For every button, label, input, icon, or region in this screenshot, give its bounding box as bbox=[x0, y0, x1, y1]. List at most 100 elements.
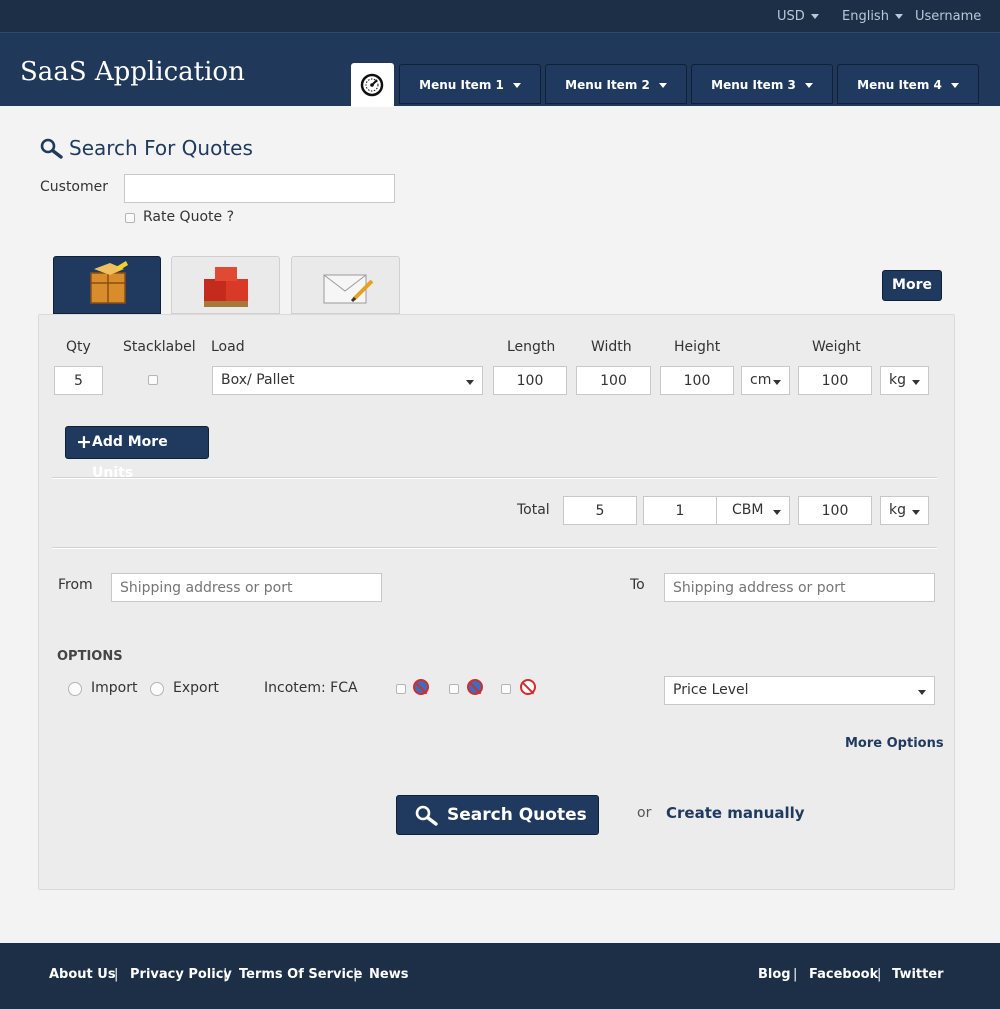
footer-link-privacy-policy[interactable]: Privacy Policy bbox=[130, 967, 232, 982]
pallet-icon bbox=[204, 267, 248, 307]
footer-link-facebook[interactable]: Facebook bbox=[809, 967, 878, 982]
options-heading: OPTIONS bbox=[57, 649, 123, 664]
menu-item-4[interactable]: Menu Item 4 bbox=[837, 64, 979, 104]
no-refrigeration-icon bbox=[520, 679, 536, 695]
currency-dropdown[interactable]: USD bbox=[777, 9, 819, 24]
add-more-units-label: Add More Units bbox=[92, 434, 168, 481]
chevron-down-icon bbox=[894, 14, 903, 19]
plus-icon: + bbox=[76, 431, 92, 453]
chevron-down-icon bbox=[658, 83, 667, 88]
chevron-down-icon bbox=[912, 510, 920, 515]
chevron-down-icon bbox=[512, 83, 521, 88]
crate-icon bbox=[90, 261, 128, 304]
chevron-down-icon bbox=[466, 380, 474, 385]
length-input[interactable] bbox=[493, 366, 567, 395]
load-header: Load bbox=[211, 339, 245, 355]
rate-quote-checkbox[interactable] bbox=[125, 213, 135, 223]
menu-item-3[interactable]: Menu Item 3 bbox=[691, 64, 833, 104]
to-address-input[interactable] bbox=[664, 573, 935, 602]
footer-link-twitter[interactable]: Twitter bbox=[892, 967, 944, 982]
total-qty-input[interactable] bbox=[563, 496, 637, 525]
more-button[interactable]: More bbox=[882, 270, 942, 301]
load-select[interactable]: Box/ Pallet bbox=[212, 366, 483, 395]
length-header: Length bbox=[507, 339, 556, 355]
no-hazard-icon bbox=[467, 679, 483, 695]
footer-separator: | bbox=[877, 967, 882, 982]
username-link[interactable]: Username bbox=[915, 9, 981, 24]
to-label: To bbox=[630, 577, 645, 593]
total-weight-unit-select[interactable]: kg bbox=[880, 496, 929, 525]
tab-pallet[interactable] bbox=[171, 256, 280, 314]
search-quotes-button[interactable]: Search Quotes bbox=[396, 795, 599, 835]
total-volume-input[interactable] bbox=[643, 496, 717, 525]
divider bbox=[52, 547, 937, 549]
more-options-link[interactable]: More Options bbox=[845, 736, 944, 751]
volume-unit-select[interactable]: CBM bbox=[716, 496, 790, 525]
dimension-unit-select[interactable]: cm bbox=[741, 366, 790, 395]
export-radio[interactable] bbox=[150, 682, 164, 696]
customer-label: Customer bbox=[40, 179, 109, 195]
or-label: or bbox=[637, 805, 652, 821]
height-header: Height bbox=[674, 339, 721, 355]
weight-header: Weight bbox=[812, 339, 861, 355]
total-label: Total bbox=[517, 502, 550, 518]
menu-item-label: Menu Item 4 bbox=[857, 78, 942, 92]
footer-separator: | bbox=[793, 967, 798, 982]
chevron-down-icon bbox=[912, 380, 920, 385]
currency-label: USD bbox=[777, 9, 805, 24]
width-header: Width bbox=[591, 339, 632, 355]
menu-item-1[interactable]: Menu Item 1 bbox=[399, 64, 541, 104]
chevron-down-icon bbox=[918, 690, 926, 695]
tab-box-crate[interactable] bbox=[53, 256, 161, 314]
stackable-header: Stacklabel bbox=[123, 339, 196, 355]
width-input[interactable] bbox=[576, 366, 651, 395]
footer-separator: | bbox=[223, 967, 228, 982]
search-icon bbox=[415, 805, 438, 826]
import-label: Import bbox=[91, 680, 138, 696]
divider bbox=[52, 477, 937, 479]
weight-unit-value: kg bbox=[889, 372, 906, 388]
qty-header: Qty bbox=[66, 339, 91, 355]
customer-input[interactable] bbox=[124, 174, 395, 203]
app-title[interactable]: SaaS Application bbox=[20, 57, 245, 87]
page-title: Search For Quotes bbox=[69, 136, 253, 160]
chevron-down-icon bbox=[950, 83, 959, 88]
stackable-checkbox[interactable] bbox=[148, 375, 158, 385]
app-header: SaaS Application Menu Item 1 Menu Item 2… bbox=[0, 32, 1000, 107]
price-level-select[interactable]: Price Level bbox=[664, 676, 935, 705]
menu-item-2[interactable]: Menu Item 2 bbox=[545, 64, 687, 104]
footer-link-news[interactable]: News bbox=[369, 967, 408, 982]
price-level-value: Price Level bbox=[673, 682, 749, 698]
search-quotes-label: Search Quotes bbox=[447, 805, 587, 825]
footer-link-about-us[interactable]: About Us bbox=[49, 967, 116, 982]
option-checkbox-2[interactable] bbox=[449, 684, 459, 694]
footer-separator: | bbox=[114, 967, 119, 982]
footer-link-blog[interactable]: Blog bbox=[758, 967, 791, 982]
from-address-input[interactable] bbox=[111, 573, 382, 602]
tab-envelope[interactable] bbox=[291, 256, 400, 314]
qty-input[interactable] bbox=[54, 366, 103, 395]
weight-input[interactable] bbox=[798, 366, 872, 395]
import-radio[interactable] bbox=[68, 682, 82, 696]
total-weight-input[interactable] bbox=[798, 496, 872, 525]
dashboard-tab[interactable] bbox=[351, 63, 394, 107]
rate-quote-label: Rate Quote ? bbox=[143, 209, 234, 225]
create-manually-link[interactable]: Create manually bbox=[666, 804, 805, 822]
no-dangerous-goods-icon bbox=[413, 679, 429, 695]
menu-item-label: Menu Item 2 bbox=[565, 78, 650, 92]
menu-item-label: Menu Item 1 bbox=[419, 78, 504, 92]
footer: About Us | Privacy Policy | Terms Of Ser… bbox=[0, 943, 1000, 1009]
top-bar: USD English Username bbox=[0, 0, 1000, 32]
footer-link-terms-of-service[interactable]: Terms Of Service bbox=[239, 967, 362, 982]
chevron-down-icon bbox=[773, 380, 781, 385]
language-dropdown[interactable]: English bbox=[842, 9, 903, 24]
weight-unit-select[interactable]: kg bbox=[880, 366, 929, 395]
from-label: From bbox=[58, 577, 93, 593]
add-more-units-button[interactable]: + Add More Units bbox=[65, 426, 209, 481]
dimension-unit-value: cm bbox=[750, 372, 772, 388]
incoterm-label: Incotem: FCA bbox=[264, 680, 358, 696]
height-input[interactable] bbox=[660, 366, 734, 395]
option-checkbox-3[interactable] bbox=[501, 684, 511, 694]
search-icon bbox=[40, 138, 63, 159]
option-checkbox-1[interactable] bbox=[396, 684, 406, 694]
